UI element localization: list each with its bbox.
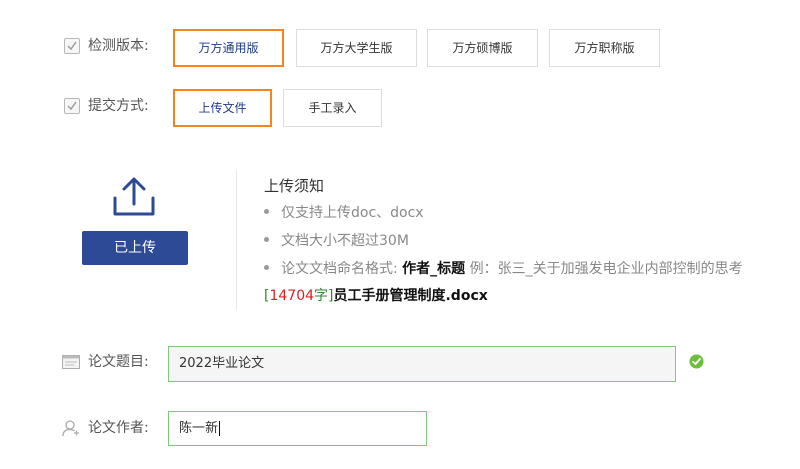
submit-method-label: 提交方式: (88, 98, 149, 114)
text-cursor (219, 421, 221, 436)
check-circle-icon (689, 354, 704, 373)
uploaded-filename: 员工手册管理制度.docx (333, 288, 488, 304)
author-label: 论文作者: (88, 420, 149, 436)
option-wanfang-professional[interactable]: 万方职称版 (549, 29, 660, 67)
naming-example: 例：张三_关于加强发电企业内部控制的思考 (465, 261, 743, 277)
option-wanfang-master-doctor[interactable]: 万方硕博版 (427, 29, 538, 67)
version-label: 检测版本: (88, 38, 149, 54)
notice-item-naming: 论文文档命名格式: 作者_标题 例：张三_关于加强发电企业内部控制的思考 (264, 258, 743, 278)
title-input[interactable]: 2022毕业论文 (168, 346, 676, 382)
notice-text: 仅支持上传doc、docx (281, 205, 424, 221)
char-count: 14704 (269, 288, 315, 304)
option-wanfang-general[interactable]: 万方通用版 (173, 29, 284, 67)
notice-item: 仅支持上传doc、docx (264, 202, 424, 222)
divider (236, 170, 237, 310)
bullet-icon (264, 208, 269, 214)
notice-item: 文档大小不超过30M (264, 230, 409, 250)
option-manual-input[interactable]: 手工录入 (283, 89, 382, 127)
notice-text: 文档大小不超过30M (281, 233, 409, 249)
bullet-icon (264, 236, 269, 242)
document-icon (62, 354, 80, 373)
uploaded-button[interactable]: 已上传 (82, 231, 188, 265)
naming-format: 作者_标题 (402, 261, 466, 277)
author-value: 陈一新 (179, 421, 219, 436)
author-input[interactable]: 陈一新 (168, 411, 427, 446)
notice-title: 上传须知 (264, 177, 325, 195)
option-upload-file[interactable]: 上传文件 (173, 89, 272, 127)
checkbox-icon (64, 38, 80, 54)
upload-icon[interactable] (112, 176, 156, 222)
option-wanfang-undergrad[interactable]: 万方大学生版 (296, 29, 417, 67)
user-icon (62, 419, 80, 441)
title-label: 论文题目: (88, 354, 149, 370)
uploaded-file-info: [14704字]员工手册管理制度.docx (264, 285, 488, 305)
checkbox-icon (64, 98, 80, 114)
naming-prefix: 论文文档命名格式: (281, 261, 398, 277)
bullet-icon (264, 264, 269, 270)
char-unit: 字 (314, 288, 329, 304)
